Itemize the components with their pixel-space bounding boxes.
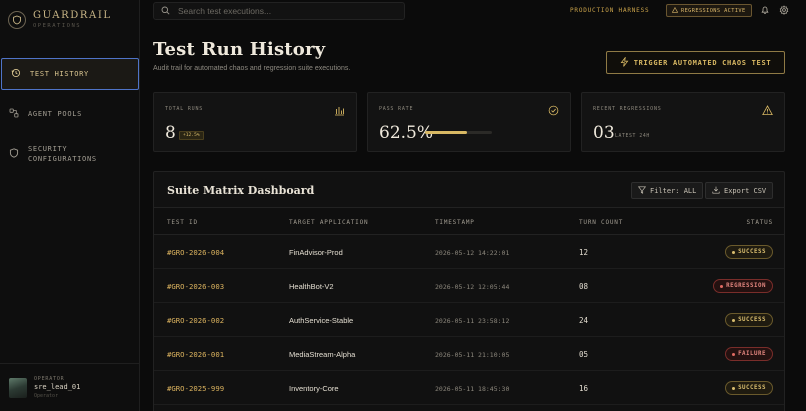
bell-icon[interactable] (759, 4, 771, 16)
sidebar-nav: TEST HISTORY AGENT POOLS SECURITY CONFIG… (0, 58, 140, 170)
status-badge: SUCCESS (725, 245, 773, 259)
regressions-badge-label: REGRESSIONS ACTIVE (681, 7, 746, 14)
export-button-label: Export CSV (724, 186, 767, 195)
sidebar-item-label: SECURITY CONFIGURATIONS (28, 145, 97, 163)
table-row[interactable]: #GRO-2026-003 HealthBot-V2 2026-05-12 12… (154, 269, 784, 303)
avatar (9, 377, 27, 398)
turn-count: 12 (579, 248, 589, 257)
test-id-link[interactable]: #GRO-2026-002 (167, 316, 224, 325)
timestamp: 2026-05-11 18:45:30 (435, 385, 510, 393)
trigger-button-label: TRIGGER AUTOMATED CHAOS TEST (633, 58, 772, 67)
test-id-link[interactable]: #GRO-2025-999 (167, 384, 224, 393)
bar-chart-icon (334, 103, 345, 116)
table-row[interactable]: #GRO-2025-999 Inventory-Core 2026-05-11 … (154, 371, 784, 405)
test-id-link[interactable]: #GRO-2026-001 (167, 350, 224, 359)
export-csv-button[interactable]: Export CSV (705, 182, 774, 199)
target-application: MediaStream-Alpha (289, 350, 356, 359)
stat-card-total-runs: TOTAL RUNS 8 +12.5% (153, 92, 357, 152)
stat-note: LATEST 24H (615, 134, 650, 139)
sidebar-item-label: AGENT POOLS (28, 110, 83, 118)
gear-icon[interactable] (778, 4, 790, 16)
status-label: SUCCESS (738, 249, 766, 255)
stat-label: PASS RATE (379, 106, 414, 112)
column-header-target-application[interactable]: TARGET APPLICATION (289, 219, 368, 226)
column-header-test-id[interactable]: TEST ID (167, 219, 198, 226)
turn-count: 24 (579, 316, 589, 325)
target-application: Inventory-Core (289, 384, 339, 393)
status-badge: SUCCESS (725, 381, 773, 395)
sidebar-item-agent-pools[interactable]: AGENT POOLS (0, 98, 140, 130)
operator-subtitle: Operator (34, 393, 59, 399)
sidebar-item-security-configurations[interactable]: SECURITY CONFIGURATIONS (0, 138, 140, 170)
sidebar-item-label: TEST HISTORY (30, 70, 89, 78)
shield-logo-icon (8, 10, 26, 29)
sidebar-item-test-history[interactable]: TEST HISTORY (1, 58, 139, 90)
stat-value: 8 (165, 123, 176, 143)
check-circle-icon (548, 103, 559, 116)
filter-button-label: Filter: ALL (650, 186, 697, 195)
target-application: HealthBot-V2 (289, 282, 334, 291)
status-label: FAILURE (738, 351, 766, 357)
panel-title: Suite Matrix Dashboard (167, 184, 315, 197)
status-badge: FAILURE (725, 347, 773, 361)
sidebar: GUARDRAIL OPERATIONS TEST HISTORY AGENT … (0, 0, 140, 411)
column-header-turn-count[interactable]: TURN COUNT (579, 219, 623, 226)
operator-profile[interactable]: OPERATOR sre_lead_01 Operator (0, 363, 140, 411)
brand: GUARDRAIL OPERATIONS (8, 10, 112, 29)
status-badge: REGRESSION (713, 279, 773, 293)
turn-count: 05 (579, 350, 589, 359)
table-header: TEST ID TARGET APPLICATION TIMESTAMP TUR… (154, 207, 784, 235)
filter-button[interactable]: Filter: ALL (631, 182, 704, 199)
timestamp: 2026-05-11 21:10:05 (435, 351, 510, 359)
turn-count: 16 (579, 384, 589, 393)
operator-name: sre_lead_01 (34, 383, 81, 391)
status-label: REGRESSION (726, 283, 766, 289)
search-input[interactable] (178, 6, 398, 16)
stat-card-pass-rate: PASS RATE 62.5% (367, 92, 571, 152)
timestamp: 2026-05-12 12:05:44 (435, 283, 510, 291)
test-id-link[interactable]: #GRO-2026-004 (167, 248, 224, 257)
brand-subtitle: OPERATIONS (33, 23, 82, 29)
stat-label: TOTAL RUNS (165, 106, 204, 112)
status-badge: SUCCESS (725, 313, 773, 327)
stat-label: RECENT REGRESSIONS (593, 106, 662, 112)
stat-value: 03 (593, 123, 615, 143)
operator-role: OPERATOR (34, 376, 65, 382)
pass-rate-progress (425, 131, 492, 134)
turn-count: 08 (579, 282, 589, 291)
table-row[interactable]: #GRO-2026-001 MediaStream-Alpha 2026-05-… (154, 337, 784, 371)
table-row[interactable]: #GRO-2026-002 AuthService-Stable 2026-05… (154, 303, 784, 337)
page-subtitle: Audit trail for automated chaos and regr… (153, 65, 351, 72)
pass-rate-progress-fill (425, 131, 467, 134)
search-bar[interactable] (153, 2, 405, 20)
topbar: PRODUCTION HARNESS REGRESSIONS ACTIVE (141, 0, 806, 22)
nodes-icon (9, 108, 19, 120)
target-application: AuthService-Stable (289, 316, 354, 325)
page-title: Test Run History (153, 39, 326, 60)
timestamp: 2026-05-12 14:22:01 (435, 249, 510, 257)
status-label: SUCCESS (738, 317, 766, 323)
suite-matrix-panel: Suite Matrix Dashboard Filter: ALL Expor… (153, 171, 785, 411)
lightning-icon (620, 55, 629, 69)
table-row[interactable]: #GRO-2026-004 FinAdvisor-Prod 2026-05-12… (154, 235, 784, 269)
status-label: SUCCESS (738, 385, 766, 391)
filter-icon (637, 185, 647, 196)
history-icon (11, 68, 21, 80)
environment-label: PRODUCTION HARNESS (570, 7, 650, 14)
target-application: FinAdvisor-Prod (289, 248, 343, 257)
warning-icon (762, 103, 773, 115)
warning-icon (671, 6, 679, 15)
regressions-badge: REGRESSIONS ACTIVE (666, 4, 752, 17)
timestamp: 2026-05-11 23:58:12 (435, 317, 510, 325)
column-header-timestamp[interactable]: TIMESTAMP (435, 219, 475, 226)
column-header-status[interactable]: STATUS (747, 219, 773, 226)
trigger-chaos-test-button[interactable]: TRIGGER AUTOMATED CHAOS TEST (606, 51, 785, 74)
test-id-link[interactable]: #GRO-2026-003 (167, 282, 224, 291)
download-icon (712, 186, 720, 196)
stat-delta-badge: +12.5% (179, 131, 204, 140)
brand-title: GUARDRAIL (33, 10, 112, 21)
stat-card-recent-regressions: RECENT REGRESSIONS 03 LATEST 24H (581, 92, 785, 152)
shield-icon (9, 148, 19, 160)
search-icon (161, 2, 170, 20)
